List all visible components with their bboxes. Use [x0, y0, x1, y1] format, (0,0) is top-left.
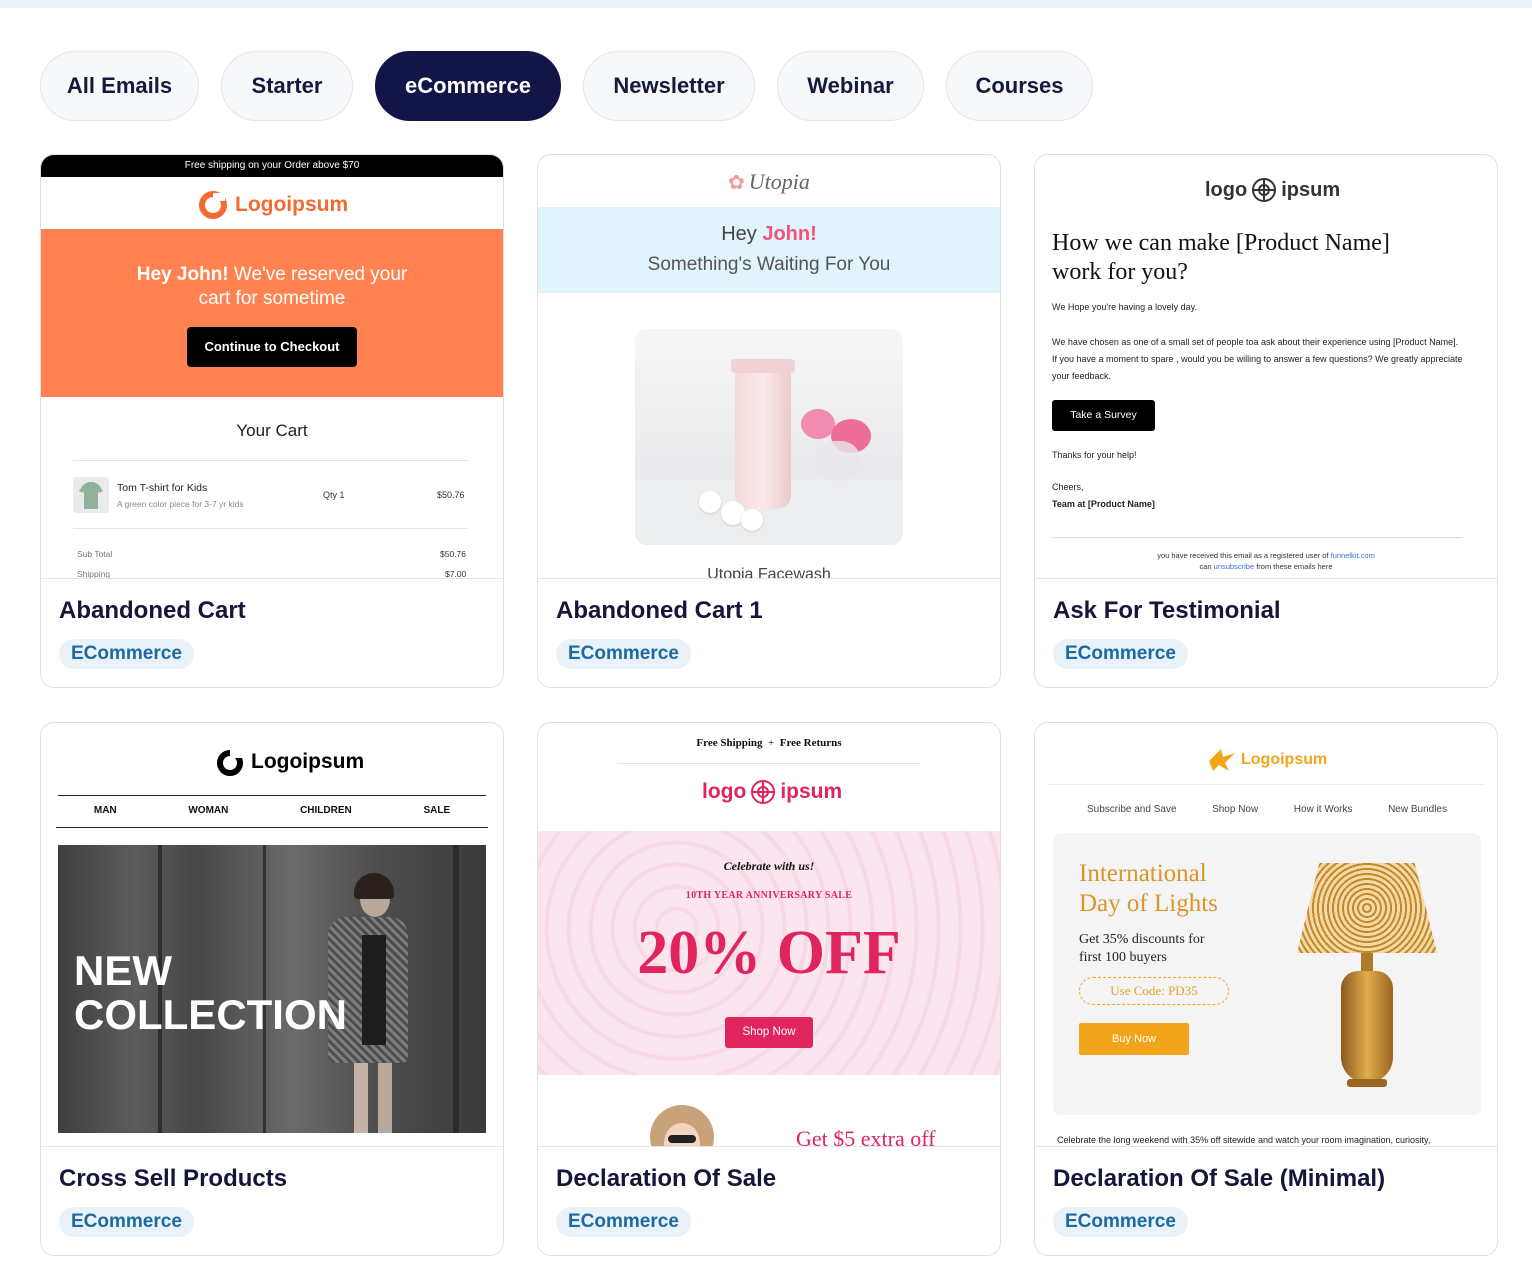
hero-heading: NEW COLLECTION	[74, 947, 347, 1038]
product-image	[635, 329, 903, 545]
logo-icon	[1209, 749, 1235, 771]
subtotal-value: $50.76	[440, 549, 466, 559]
nav-item: How it Works	[1293, 804, 1353, 815]
product-thumbnail	[73, 477, 109, 513]
divider	[1047, 784, 1485, 785]
brand-logo: ✿ Utopia	[728, 169, 810, 194]
nav-item: SALE	[423, 805, 451, 816]
filter-starter[interactable]: Starter	[221, 51, 353, 121]
template-card-abandoned-cart-1[interactable]: ✿ Utopia Hey John! Something's Waiting F…	[537, 154, 1001, 688]
email-preview: Free shipping on your Order above $70 Lo…	[41, 155, 503, 579]
divider	[617, 763, 920, 764]
category-badge: ECommerce	[1053, 1207, 1188, 1237]
brand-logo: Logoipsum	[1207, 747, 1327, 773]
nav-item: WOMAN	[188, 805, 229, 816]
lamp-image	[1297, 863, 1437, 1093]
shipping-banner: Free Shipping + Free Returns	[696, 737, 842, 749]
filter-courses[interactable]: Courses	[946, 51, 1093, 121]
filter-webinar[interactable]: Webinar	[777, 51, 924, 121]
template-card-declaration-of-sale[interactable]: Free Shipping + Free Returns logo ipsum …	[537, 722, 1001, 1256]
greeting-banner: Hey John! Something's Waiting For You	[538, 207, 1000, 293]
sale-banner: Celebrate with us! 10TH YEAR ANNIVERSARY…	[538, 831, 1000, 1075]
brand-logo: logo ipsum	[1205, 177, 1340, 203]
hero-panel: International Day of Lights Get 35% disc…	[1053, 833, 1481, 1115]
divider	[58, 795, 486, 796]
template-card-ask-for-testimonial[interactable]: logo ipsum How we can make [Product Name…	[1034, 154, 1498, 688]
card-title: Declaration Of Sale	[556, 1165, 777, 1192]
logo-icon	[199, 191, 227, 219]
cart-item-desc: A green color piece for 3-7 yr kids	[117, 499, 244, 509]
filter-all-emails[interactable]: All Emails	[40, 51, 199, 121]
nav-item: CHILDREN	[300, 805, 352, 816]
template-card-abandoned-cart[interactable]: Free shipping on your Order above $70 Lo…	[40, 154, 504, 688]
brand-logo: Logoipsum	[215, 747, 364, 777]
globe-icon	[751, 780, 776, 804]
cart-heading: Your Cart	[236, 421, 308, 440]
card-title: Ask For Testimonial	[1053, 597, 1281, 624]
category-badge: ECommerce	[556, 639, 691, 669]
nav-menu: MAN WOMAN CHILDREN SALE	[58, 805, 486, 816]
email-paragraph: We have chosen as one of a small set of …	[1052, 337, 1463, 381]
email-preview: Logoipsum MAN WOMAN CHILDREN SALE NEW CO…	[41, 723, 503, 1147]
brand-logo: Logoipsum	[199, 191, 348, 219]
shop-now-button: Shop Now	[725, 1017, 813, 1048]
card-title: Abandoned Cart	[59, 597, 246, 624]
card-title: Cross Sell Products	[59, 1165, 288, 1192]
email-footer: you have received this email as a regist…	[1157, 551, 1375, 571]
filter-newsletter[interactable]: Newsletter	[583, 51, 755, 121]
shipping-value: $7.00	[445, 569, 467, 579]
signature-text: Team at [Product Name]	[1052, 499, 1155, 509]
nav-item: Shop Now	[1212, 804, 1259, 815]
thanks-text: Thanks for your help!	[1052, 450, 1137, 460]
checkout-button: Continue to Checkout	[187, 327, 357, 367]
divider	[73, 460, 467, 461]
tshirt-icon	[79, 482, 103, 509]
survey-button: Take a Survey	[1052, 400, 1155, 431]
category-badge: ECommerce	[1053, 639, 1188, 669]
nav-item: New Bundles	[1388, 804, 1447, 815]
footer-text: Celebrate the long weekend with 35% off …	[1057, 1135, 1431, 1145]
signoff-text: Cheers,	[1052, 482, 1084, 492]
product-name: Utopia Facewash	[707, 566, 831, 579]
hero-text: Get 35% discounts for first 100 buyers	[1079, 932, 1205, 965]
divider	[56, 827, 488, 828]
flower-icon: ✿	[728, 171, 745, 194]
cart-item-qty: Qty 1	[323, 490, 345, 500]
logo-icon	[217, 749, 243, 776]
nav-item: Subscribe and Save	[1087, 804, 1177, 815]
email-paragraph: We Hope you're having a lovely day.	[1052, 302, 1197, 312]
template-card-declaration-of-sale-minimal[interactable]: Logoipsum Subscribe and Save Shop Now Ho…	[1034, 722, 1498, 1256]
cart-item-name: Tom T-shirt for Kids	[117, 482, 208, 494]
nav-item: MAN	[93, 805, 117, 816]
category-badge: ECommerce	[59, 639, 194, 669]
shipping-banner: Free shipping on your Order above $70	[41, 155, 503, 177]
card-title: Abandoned Cart 1	[556, 597, 763, 624]
coupon-code: Use Code: PD35	[1079, 977, 1229, 1005]
divider	[1052, 537, 1462, 538]
email-preview: Free Shipping + Free Returns logo ipsum …	[538, 723, 1000, 1147]
email-preview: Logoipsum Subscribe and Save Shop Now Ho…	[1035, 723, 1497, 1147]
email-preview: ✿ Utopia Hey John! Something's Waiting F…	[538, 155, 1000, 579]
promo-text: Get $5 extra off	[796, 1126, 936, 1147]
cart-item-price: $50.76	[437, 490, 465, 500]
category-badge: ECommerce	[59, 1207, 194, 1237]
model-photo	[650, 1105, 714, 1146]
hero-banner: Hey John! We've reserved your cart for s…	[41, 229, 503, 397]
shipping-label: Shipping	[77, 569, 111, 579]
divider	[73, 528, 467, 529]
top-banner-strip	[0, 0, 1532, 8]
buy-now-button: Buy Now	[1079, 1023, 1189, 1055]
hero-image: NEW COLLECTION	[58, 845, 486, 1133]
email-preview: logo ipsum How we can make [Product Name…	[1035, 155, 1497, 579]
subtotal-label: Sub Total	[77, 549, 113, 559]
email-heading: How we can make [Product Name] work for …	[1052, 230, 1390, 285]
globe-icon	[1252, 178, 1277, 202]
hero-heading: International Day of Lights	[1079, 860, 1218, 917]
category-badge: ECommerce	[556, 1207, 691, 1237]
brand-logo: logo ipsum	[702, 780, 843, 804]
nav-menu: Subscribe and Save Shop Now How it Works…	[1087, 804, 1447, 815]
filter-ecommerce[interactable]: eCommerce	[375, 51, 561, 121]
template-card-cross-sell-products[interactable]: Logoipsum MAN WOMAN CHILDREN SALE NEW CO…	[40, 722, 504, 1256]
card-title: Declaration Of Sale (Minimal)	[1053, 1165, 1386, 1192]
